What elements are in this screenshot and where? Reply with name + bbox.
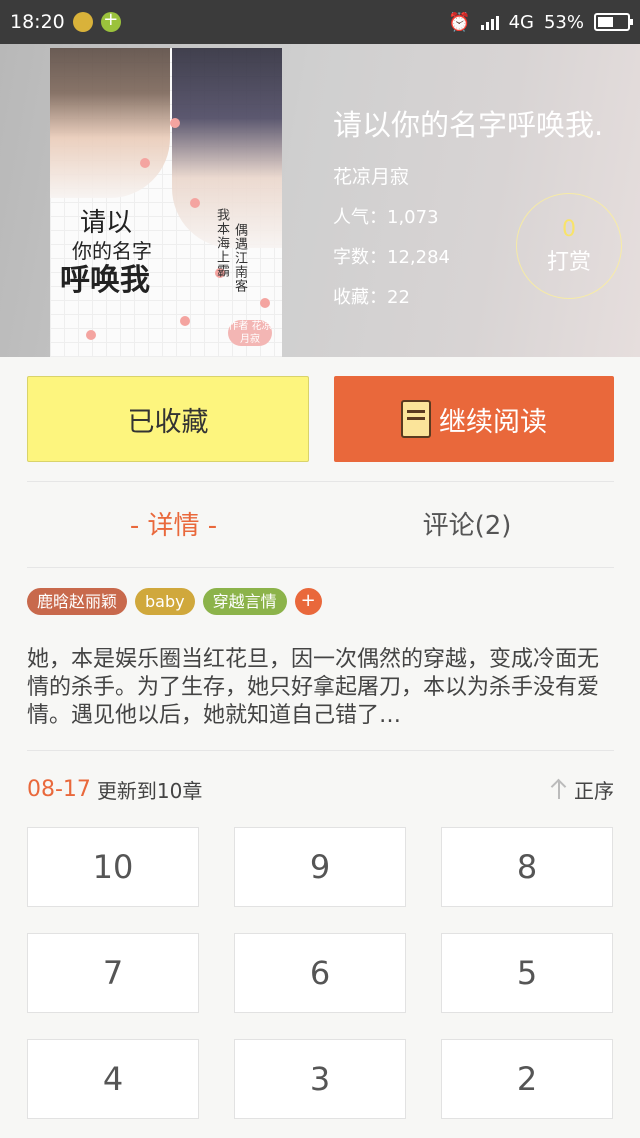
book-header: 请以 你的名字 呼唤我 我本海上霸 偶遇江南客 作者 花凉月寂 请以你的名字呼唤… (0, 44, 640, 357)
sort-label: 正序 (574, 778, 614, 803)
alarm-icon: ⏰ (448, 11, 471, 33)
favorited-button[interactable]: 已收藏 (27, 376, 309, 462)
cover-stamp: 作者 花凉月寂 (228, 320, 272, 346)
chapter-button[interactable]: 4 (27, 1039, 199, 1119)
status-bar: 18:20 ⏰ 4G 53% (0, 0, 640, 44)
chapter-button[interactable]: 7 (27, 933, 199, 1013)
app-notification-icon (72, 12, 93, 32)
add-tag-button[interactable]: + (294, 588, 322, 615)
battery-percent: 53% (543, 11, 584, 33)
cover-vertical-text: 我本海上霸 (214, 208, 229, 278)
tab-detail[interactable]: - 详情 - (27, 505, 320, 549)
divider (27, 750, 614, 751)
synopsis[interactable]: 她，本是娱乐圈当红花旦，因一次偶然的穿越，变成冷面无情的杀手。为了生存，她只好拿… (27, 646, 614, 730)
favorited-label: 已收藏 (127, 406, 209, 438)
tag[interactable]: 穿越言情 (202, 588, 287, 615)
battery-icon (594, 13, 633, 31)
chapter-grid: 10 9 8 7 6 5 4 3 2 (27, 827, 614, 1119)
chapter-button[interactable]: 8 (441, 827, 613, 907)
reward-button[interactable]: 0 打赏 (516, 193, 622, 299)
chapter-button[interactable]: 10 (27, 827, 199, 907)
tab-comments[interactable]: 评论(2) (320, 505, 614, 549)
tag[interactable]: 鹿晗赵丽颖 (27, 588, 128, 615)
chapter-button[interactable]: 5 (441, 933, 613, 1013)
network-label: 4G (508, 11, 534, 33)
book-icon (401, 400, 431, 438)
chapter-button[interactable]: 9 (234, 827, 406, 907)
continue-reading-button[interactable]: 继续阅读 (334, 376, 614, 462)
tag-list: 鹿晗赵丽颖 baby 穿越言情 + (27, 588, 322, 615)
update-row: 08-17 更新到10章 正序 (27, 774, 614, 804)
cover-vertical-text: 偶遇江南客 (232, 223, 247, 293)
signal-icon (480, 14, 499, 30)
update-date: 08-17 (27, 776, 91, 802)
cover-figure-left (50, 48, 170, 198)
cover-title-art: 请以 你的名字 呼唤我 (60, 208, 152, 299)
chapter-button[interactable]: 3 (234, 1039, 406, 1119)
book-cover[interactable]: 请以 你的名字 呼唤我 我本海上霸 偶遇江南客 作者 花凉月寂 (50, 48, 282, 357)
continue-reading-label: 继续阅读 (439, 406, 547, 438)
author-name[interactable]: 花凉月寂 (333, 162, 603, 189)
reward-label: 打赏 (546, 249, 591, 275)
book-title: 请以你的名字呼唤我. (333, 108, 604, 142)
update-text: 更新到10章 (96, 778, 203, 803)
clock: 18:20 (10, 11, 65, 33)
arrow-up-icon (550, 779, 568, 799)
divider (27, 567, 614, 568)
sort-toggle[interactable]: 正序 (550, 775, 614, 804)
add-notification-icon (100, 9, 121, 32)
tag[interactable]: baby (135, 588, 195, 615)
reward-count: 0 (562, 216, 576, 242)
chapter-button[interactable]: 2 (441, 1039, 613, 1119)
divider (27, 481, 614, 482)
chapter-button[interactable]: 6 (234, 933, 406, 1013)
